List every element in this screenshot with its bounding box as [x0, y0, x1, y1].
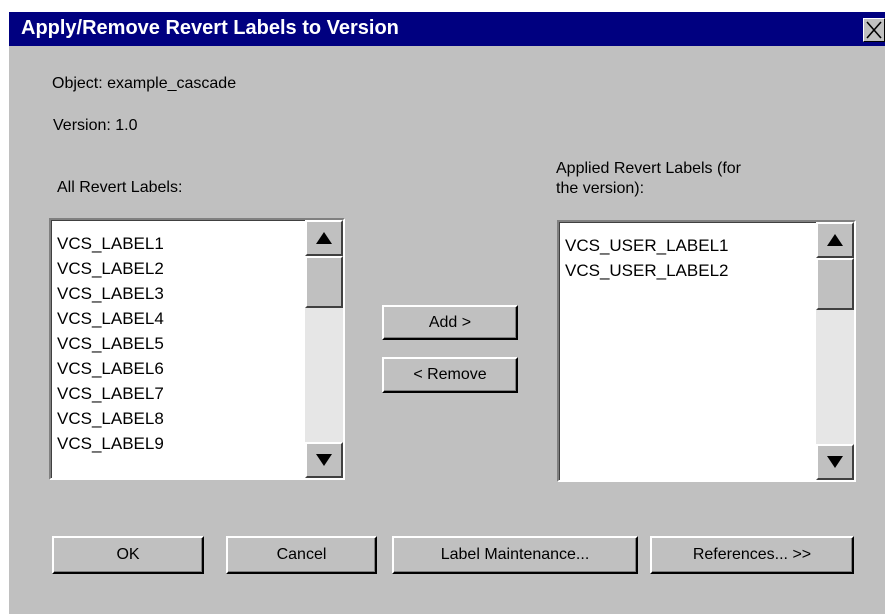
- applied-labels-scrollbar[interactable]: [816, 222, 854, 480]
- close-x-icon: [866, 21, 882, 39]
- remove-button[interactable]: < Remove: [382, 357, 518, 393]
- all-labels-scrollbar[interactable]: [305, 220, 343, 478]
- all-labels-list: VCS_LABEL1 VCS_LABEL2 VCS_LABEL3 VCS_LABEL4…: [57, 231, 164, 456]
- scroll-thumb[interactable]: [305, 256, 343, 308]
- list-item-revert-label[interactable]: VCS_LABEL3: [57, 281, 164, 306]
- applied-labels-heading-line2: the version):: [556, 180, 645, 197]
- title-bar: Apply/Remove Revert Labels to Version: [9, 12, 885, 46]
- list-item-revert-label[interactable]: VCS_LABEL8: [57, 406, 164, 431]
- close-button[interactable]: [863, 18, 885, 42]
- ok-button[interactable]: OK: [52, 536, 204, 574]
- list-item-revert-label[interactable]: VCS_LABEL9: [57, 431, 164, 456]
- arrow-up-icon: [827, 234, 843, 246]
- arrow-up-icon: [316, 232, 332, 244]
- arrow-down-icon: [316, 454, 332, 466]
- references-button[interactable]: References... >>: [650, 536, 854, 574]
- list-item-revert-label[interactable]: VCS_LABEL7: [57, 381, 164, 406]
- cancel-button[interactable]: Cancel: [226, 536, 377, 574]
- list-item-revert-label[interactable]: VCS_LABEL2: [57, 256, 164, 281]
- add-button[interactable]: Add >: [382, 305, 518, 340]
- applied-labels-list: VCS_USER_LABEL1 VCS_USER_LABEL2: [565, 233, 728, 283]
- dialog-window: Apply/Remove Revert Labels to Version Ob…: [9, 12, 885, 614]
- scroll-down-button[interactable]: [305, 442, 343, 478]
- label-maintenance-button[interactable]: Label Maintenance...: [392, 536, 638, 574]
- scroll-up-button[interactable]: [305, 220, 343, 256]
- scroll-down-button[interactable]: [816, 444, 854, 480]
- list-item-revert-label[interactable]: VCS_LABEL6: [57, 356, 164, 381]
- version-info: Version: 1.0: [53, 117, 138, 134]
- all-labels-heading: All Revert Labels:: [57, 179, 183, 196]
- list-item-applied-label[interactable]: VCS_USER_LABEL1: [565, 233, 728, 258]
- arrow-down-icon: [827, 456, 843, 468]
- list-item-revert-label[interactable]: VCS_LABEL4: [57, 306, 164, 331]
- list-item-revert-label[interactable]: VCS_LABEL5: [57, 331, 164, 356]
- applied-labels-heading-line1: Applied Revert Labels (for: [556, 160, 741, 177]
- applied-labels-heading: Applied Revert Labels (for the version):: [556, 159, 741, 199]
- object-info: Object: example_cascade: [52, 75, 237, 92]
- applied-labels-listbox[interactable]: VCS_USER_LABEL1 VCS_USER_LABEL2: [557, 220, 856, 482]
- list-item-revert-label[interactable]: VCS_LABEL1: [57, 231, 164, 256]
- list-item-applied-label[interactable]: VCS_USER_LABEL2: [565, 258, 728, 283]
- scroll-thumb[interactable]: [816, 258, 854, 310]
- all-labels-listbox[interactable]: VCS_LABEL1 VCS_LABEL2 VCS_LABEL3 VCS_LABEL4…: [49, 218, 345, 480]
- dialog-title: Apply/Remove Revert Labels to Version: [21, 17, 399, 39]
- scroll-up-button[interactable]: [816, 222, 854, 258]
